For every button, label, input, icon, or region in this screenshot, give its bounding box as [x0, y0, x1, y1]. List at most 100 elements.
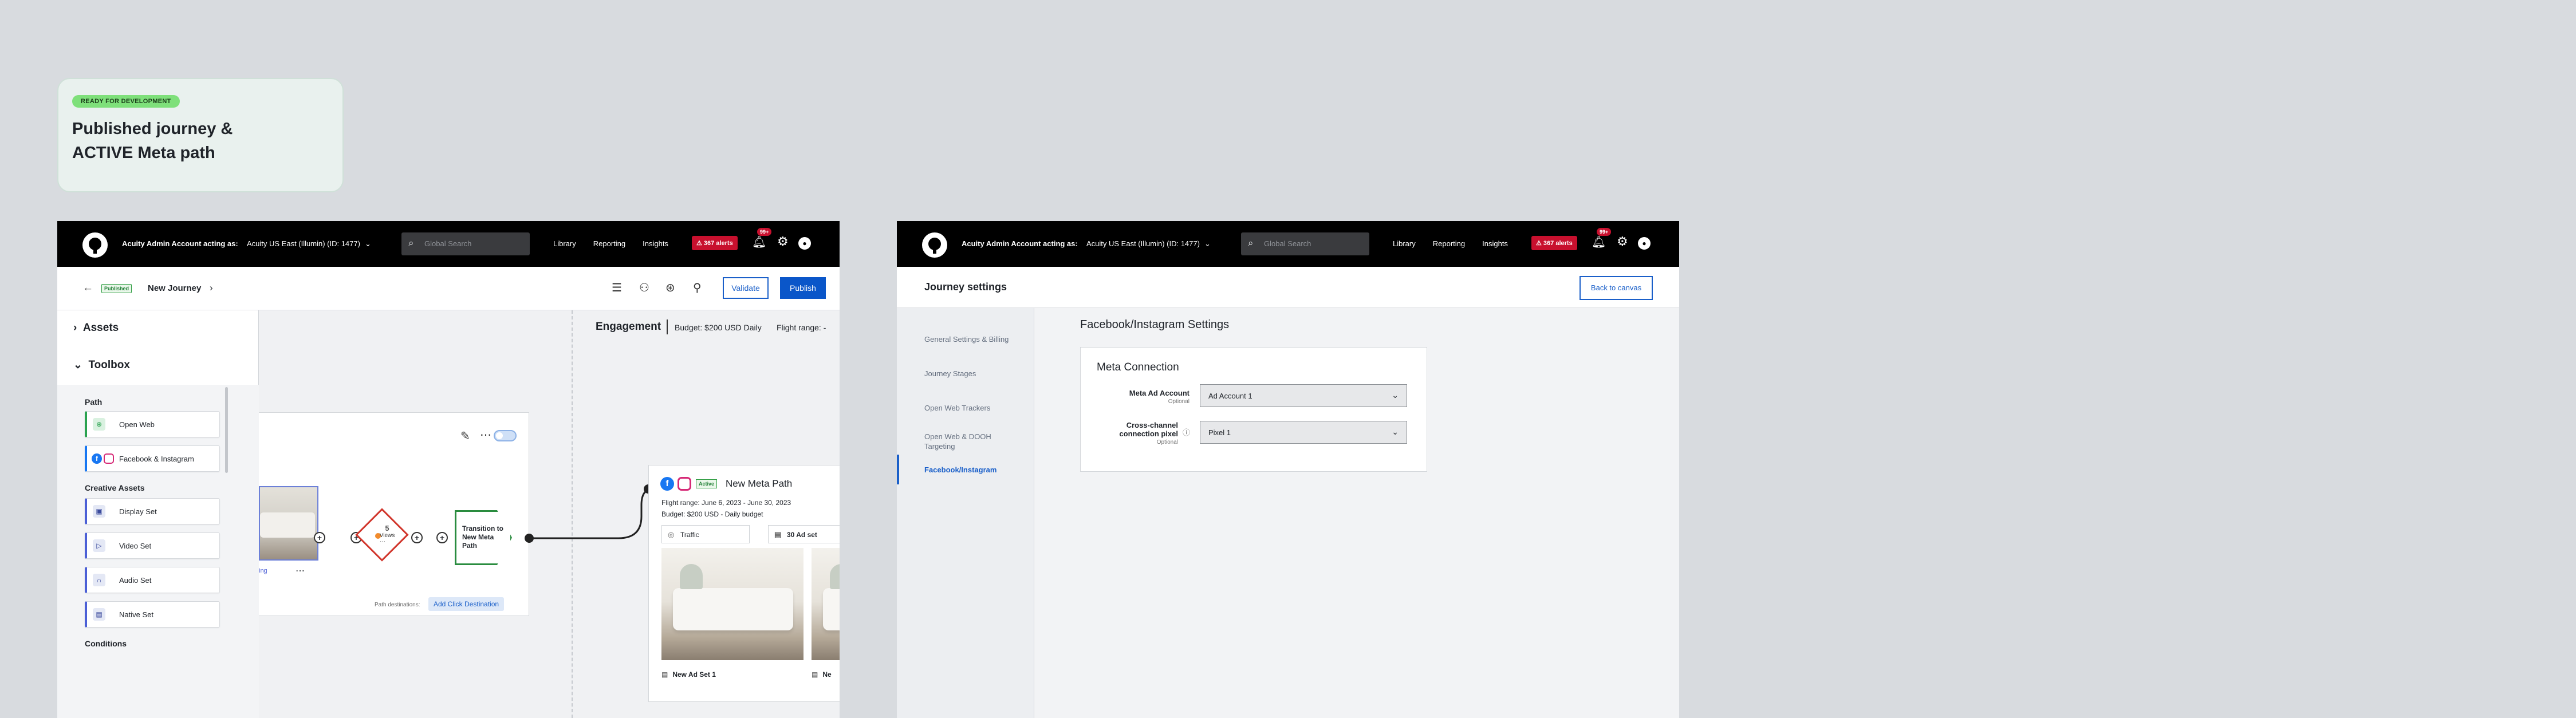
ad-set-name: New Ad Set 1 — [672, 670, 716, 678]
bell-icon[interactable]: 🔔︎ — [752, 235, 766, 249]
acuity-logo[interactable] — [922, 232, 947, 258]
journey-toolbar: ← Published New Journey › ☰ ⚇ ⊛ ⚲ Valida… — [57, 267, 840, 310]
sidebar-item-facebook-instagram[interactable]: Facebook/Instagram — [924, 465, 996, 475]
nav-reporting[interactable]: Reporting — [1433, 239, 1465, 248]
account-switcher[interactable]: Acuity US East (Illumin) (ID: 1477) ⌄ — [1086, 239, 1211, 248]
account-switcher[interactable]: Acuity US East (Illumin) (ID: 1477) ⌄ — [247, 239, 371, 248]
optional-label: Optional — [1156, 439, 1178, 445]
assets-label: Assets — [82, 322, 119, 334]
instagram-icon — [104, 453, 114, 464]
path-section-title: Path — [85, 397, 103, 407]
sidebar-item-targeting[interactable]: Open Web & DOOH Targeting — [924, 432, 1005, 451]
back-to-canvas-button[interactable]: Back to canvas — [1580, 276, 1653, 300]
publish-button[interactable]: Publish — [780, 277, 826, 299]
sidebar-item-trackers[interactable]: Open Web Trackers — [924, 403, 990, 413]
chevron-down-icon: ⌄ — [1392, 427, 1399, 436]
open-web-icon: ⊕ — [93, 418, 105, 431]
alerts-badge[interactable]: ⚠ 367 alerts — [1531, 236, 1577, 250]
alerts-badge[interactable]: ⚠ 367 alerts — [692, 236, 738, 250]
toolbox-item-label: Audio Set — [119, 576, 152, 585]
ad-set-icon: ▤ — [661, 670, 668, 678]
objective-field[interactable]: ◎ Traffic — [661, 525, 750, 543]
toolbox-item-label: Open Web — [119, 420, 155, 429]
journey-name[interactable]: New Journey — [148, 283, 201, 293]
pixel-select[interactable]: Pixel 1 ⌄ — [1200, 421, 1407, 444]
nav-insights[interactable]: Insights — [1482, 239, 1508, 248]
ad-set-label[interactable]: ▤ New Ad Set 1 — [661, 670, 716, 678]
global-search[interactable]: ⌕ Global Search — [1241, 232, 1369, 255]
canvas[interactable]: Engagement Budget: $200 USD Daily Flight… — [57, 310, 840, 718]
ad-set-count-value: 30 Ad set — [787, 531, 817, 539]
note-title-line-1: Published journey & — [72, 120, 233, 138]
toolbox-item-label: Display Set — [119, 507, 157, 516]
gear-icon[interactable]: ⚙ — [777, 234, 789, 249]
avatar[interactable]: ● — [798, 237, 811, 250]
acting-as-label: Acuity Admin Account acting as: — [962, 239, 1078, 248]
pixel-value: Pixel 1 — [1208, 428, 1231, 437]
filters-icon[interactable]: ☰ — [612, 281, 622, 295]
pixel-label-line-1: Cross-channel — [1126, 421, 1178, 429]
toolbox-open-web[interactable]: ⊕ Open Web — [85, 411, 220, 437]
back-arrow-icon[interactable]: ← — [82, 282, 93, 294]
info-icon[interactable]: ⓘ — [1183, 427, 1190, 437]
ad-set-name: Ne — [822, 670, 832, 678]
nav-insights[interactable]: Insights — [643, 239, 668, 248]
acting-as-label: Acuity Admin Account acting as: — [122, 239, 238, 248]
sidebar-item-stages[interactable]: Journey Stages — [924, 369, 976, 378]
nav-reporting[interactable]: Reporting — [593, 239, 625, 248]
targeting-icon[interactable]: ⊛ — [665, 281, 675, 295]
chevron-right-icon[interactable]: › — [210, 282, 213, 294]
gear-icon[interactable]: ⚙ — [1617, 234, 1628, 249]
chevron-down-icon: ⌄ — [73, 359, 82, 371]
nav-library[interactable]: Library — [553, 239, 576, 248]
global-search[interactable]: ⌕ Global Search — [401, 232, 530, 255]
ad-set-count[interactable]: ▤ 30 Ad set — [768, 525, 840, 543]
hierarchy-icon[interactable]: ⚲ — [693, 281, 702, 295]
connector-start[interactable] — [525, 534, 534, 543]
note-title-line-2: ACTIVE Meta path — [72, 144, 215, 162]
facebook-icon: f — [92, 453, 102, 464]
toolbox-audio-set[interactable]: ∩ Audio Set — [85, 567, 220, 593]
ad-account-label-text: Meta Ad Account — [1129, 389, 1189, 397]
ad-set-label[interactable]: ▤ Ne — [812, 670, 832, 678]
pixel-label: Cross-channel connection pixel Optional — [1075, 421, 1178, 447]
people-icon[interactable]: ⚇ — [639, 281, 649, 295]
validate-button[interactable]: Validate — [723, 277, 769, 299]
ad-set-icon: ▤ — [812, 670, 818, 678]
ad-set-image[interactable] — [812, 548, 840, 660]
acuity-logo[interactable] — [82, 232, 108, 258]
toolbox-native-set[interactable]: ▤ Native Set — [85, 601, 220, 628]
meta-path-card[interactable]: f Active New Meta Path Flight range: Jun… — [648, 465, 840, 702]
toolbox-item-label: Video Set — [119, 542, 152, 550]
objective-value: Traffic — [680, 531, 699, 539]
toolbox-facebook-instagram[interactable]: f Facebook & Instagram — [85, 445, 220, 472]
nav-library[interactable]: Library — [1393, 239, 1416, 248]
scrollbar[interactable] — [225, 387, 228, 473]
sidebar-item-general[interactable]: General Settings & Billing — [924, 334, 1009, 344]
active-indicator — [897, 455, 899, 484]
ad-set-image[interactable] — [661, 548, 803, 660]
meta-budget: Budget: $200 USD - Daily budget — [661, 510, 763, 518]
alerts-count: 367 alerts — [703, 240, 733, 247]
ad-account-select[interactable]: Ad Account 1 ⌄ — [1200, 384, 1407, 407]
assets-section[interactable]: › Assets — [73, 322, 119, 334]
avatar[interactable]: ● — [1638, 237, 1651, 250]
toolbox-display-set[interactable]: ▣ Display Set — [85, 498, 220, 524]
toolbox-label: Toolbox — [88, 359, 130, 371]
search-placeholder: Global Search — [1264, 239, 1311, 248]
toolbox-item-label: Facebook & Instagram — [119, 455, 194, 463]
notification-count: 99+ — [757, 228, 772, 236]
account-name: Acuity US East (Illumin) (ID: 1477) — [1086, 239, 1200, 248]
journey-settings-screen: Acuity Admin Account acting as: Acuity U… — [897, 221, 1679, 718]
toolbox-list: Path ⊕ Open Web f Facebook & Instagram Cre… — [57, 385, 259, 718]
toolbox-section[interactable]: ⌄ Toolbox — [73, 358, 130, 372]
native-icon: ▤ — [93, 608, 105, 621]
meta-path-name: New Meta Path — [726, 478, 793, 489]
pixel-label-line-2: connection pixel — [1119, 429, 1178, 438]
chevron-down-icon: ⌄ — [1392, 390, 1399, 400]
bell-icon[interactable]: 🔔︎ — [1592, 235, 1606, 249]
page-title: Journey settings — [924, 281, 1007, 293]
ad-set-icon: ▤ — [774, 530, 782, 539]
top-nav: Acuity Admin Account acting as: Acuity U… — [57, 221, 840, 267]
toolbox-video-set[interactable]: ▷ Video Set — [85, 532, 220, 559]
